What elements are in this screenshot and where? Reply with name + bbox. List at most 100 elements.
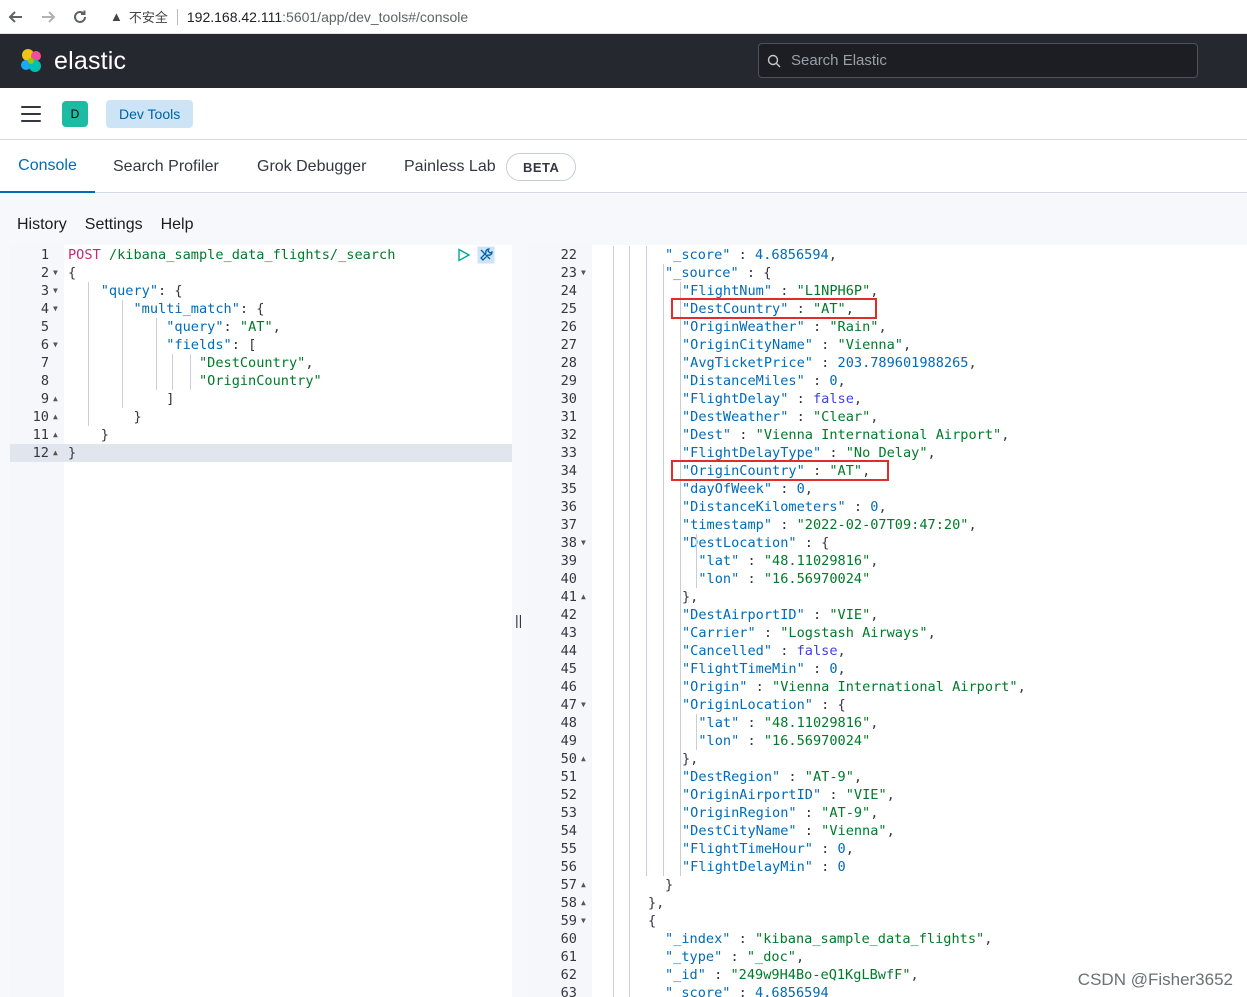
code-token: } bbox=[68, 427, 109, 443]
code-token: "DistanceMiles" bbox=[682, 373, 805, 389]
indent-guide bbox=[696, 714, 697, 750]
fold-expand-icon[interactable]: ▲ bbox=[53, 408, 58, 426]
request-editor[interactable]: 1 POST /kibana_sample_data_flights/_searc… bbox=[10, 245, 512, 997]
security-label: 不安全 bbox=[128, 10, 168, 25]
line-number: 60 bbox=[560, 931, 577, 947]
fold-collapse-icon[interactable]: ▼ bbox=[53, 282, 58, 300]
line-number: 61 bbox=[560, 949, 577, 965]
code-line: "query": "AT", bbox=[68, 318, 281, 336]
code-token: "_doc" bbox=[746, 949, 796, 965]
code-token: POST bbox=[68, 247, 101, 263]
tab-search-profiler[interactable]: Search Profiler bbox=[113, 141, 219, 193]
code-token: : bbox=[739, 715, 764, 731]
fold-collapse-icon[interactable]: ▼ bbox=[581, 696, 586, 714]
code-token: }, bbox=[682, 751, 699, 767]
elastic-logo[interactable]: elastic bbox=[18, 47, 126, 76]
code-line: "OriginRegion" : "AT-9", bbox=[682, 804, 878, 822]
fold-collapse-icon[interactable]: ▼ bbox=[53, 264, 58, 282]
global-search-input[interactable]: Search Elastic bbox=[758, 43, 1198, 78]
code-line: "_index" : "kibana_sample_data_flights", bbox=[665, 930, 992, 948]
code-token: : bbox=[821, 787, 846, 803]
space-avatar[interactable]: D bbox=[62, 100, 88, 127]
tab-grok-debugger[interactable]: Grok Debugger bbox=[257, 141, 366, 193]
code-token: : bbox=[722, 949, 747, 965]
fold-expand-icon[interactable]: ▲ bbox=[581, 894, 586, 912]
code-line: "_score" : 4.6856594 bbox=[665, 984, 829, 997]
code-token: : bbox=[772, 517, 797, 533]
url-field[interactable]: ▲ 不安全 192.168.42.111:5601/app/dev_tools#… bbox=[110, 7, 468, 26]
code-line: "Origin" : "Vienna International Airport… bbox=[682, 678, 1026, 696]
help-link[interactable]: Help bbox=[161, 216, 194, 234]
code-token: : bbox=[812, 337, 838, 353]
fold-collapse-icon[interactable]: ▼ bbox=[53, 300, 58, 318]
line-number: 45 bbox=[560, 661, 577, 677]
code-token: "249w9H4Bo-eQ1KgLBwfF" bbox=[730, 967, 911, 983]
code-token: "lat" bbox=[698, 553, 740, 569]
fold-collapse-icon[interactable]: ▼ bbox=[581, 534, 586, 552]
code-token: "DestCityName" bbox=[682, 823, 797, 839]
elastic-logo-icon bbox=[21, 49, 41, 72]
line-number: 44 bbox=[560, 643, 577, 659]
search-icon bbox=[767, 54, 781, 67]
code-token: "Vienna" bbox=[821, 823, 887, 839]
fold-collapse-icon[interactable]: ▼ bbox=[53, 336, 58, 354]
code-line: "Carrier" : "Logstash Airways", bbox=[682, 624, 936, 642]
line-number: 51 bbox=[560, 769, 577, 785]
code-token: : { bbox=[796, 535, 830, 551]
search-placeholder: Search Elastic bbox=[791, 52, 887, 69]
code-token: "lon" bbox=[698, 733, 740, 749]
wrench-settings-icon[interactable] bbox=[477, 246, 495, 264]
fold-expand-icon[interactable]: ▲ bbox=[53, 426, 58, 444]
code-token: } bbox=[68, 409, 142, 425]
code-line: "_score" : 4.6856594, bbox=[665, 246, 837, 264]
code-token: : bbox=[755, 625, 781, 641]
line-number: 48 bbox=[560, 715, 577, 731]
fold-expand-icon[interactable]: ▲ bbox=[581, 588, 586, 606]
run-request-icon[interactable] bbox=[457, 248, 471, 262]
indent-guide bbox=[190, 354, 191, 390]
hamburger-menu-icon[interactable] bbox=[21, 105, 41, 122]
line-number: 12 bbox=[32, 445, 49, 461]
history-link[interactable]: History bbox=[17, 216, 67, 234]
code-token: "Origin" bbox=[682, 679, 748, 695]
code-token: "16.56970024" bbox=[763, 733, 871, 749]
code-token: : bbox=[804, 373, 830, 389]
code-line: } bbox=[665, 876, 673, 894]
reload-icon[interactable] bbox=[64, 0, 96, 34]
settings-link[interactable]: Settings bbox=[85, 216, 143, 234]
code-token: } bbox=[665, 877, 674, 893]
code-token: : { bbox=[158, 283, 183, 299]
code-line: "multi_match": { bbox=[68, 300, 264, 318]
code-token: "Vienna International Airport" bbox=[755, 427, 1002, 443]
indent-guide bbox=[122, 300, 123, 408]
indent-guide bbox=[680, 282, 681, 876]
fold-collapse-icon[interactable]: ▼ bbox=[581, 264, 586, 282]
fold-collapse-icon[interactable]: ▼ bbox=[581, 912, 586, 930]
url-host: 192.168.42.111 bbox=[186, 8, 283, 25]
tab-painless-lab[interactable]: Painless Lab bbox=[404, 141, 496, 193]
forward-arrow-icon[interactable] bbox=[32, 0, 64, 34]
browser-address-bar: ▲ 不安全 192.168.42.111:5601/app/dev_tools#… bbox=[0, 0, 1247, 34]
indent-guide bbox=[88, 282, 89, 426]
fold-expand-icon[interactable]: ▲ bbox=[581, 750, 586, 768]
tab-console[interactable]: Console bbox=[0, 141, 95, 193]
fold-expand-icon[interactable]: ▲ bbox=[581, 876, 586, 894]
code-line: } bbox=[68, 426, 109, 444]
code-token: "48.11029816" bbox=[763, 715, 871, 731]
code-line: } bbox=[68, 408, 142, 426]
fold-expand-icon[interactable]: ▲ bbox=[53, 390, 58, 408]
code-line: "OriginWeather" : "Rain", bbox=[682, 318, 887, 336]
breadcrumb-dev-tools[interactable]: Dev Tools bbox=[106, 99, 194, 128]
fold-expand-icon[interactable]: ▲ bbox=[53, 444, 58, 462]
code-line: "lat" : "48.11029816", bbox=[682, 552, 878, 570]
pane-resize-handle[interactable]: || bbox=[515, 612, 522, 628]
code-line: "_source" : { bbox=[665, 264, 771, 282]
code-token: "AT" bbox=[239, 319, 273, 335]
code-token: "2022-02-07T09:47:20" bbox=[796, 517, 969, 533]
line-number: 49 bbox=[560, 733, 577, 749]
code-line: { bbox=[68, 264, 76, 282]
back-arrow-icon[interactable] bbox=[0, 0, 32, 34]
